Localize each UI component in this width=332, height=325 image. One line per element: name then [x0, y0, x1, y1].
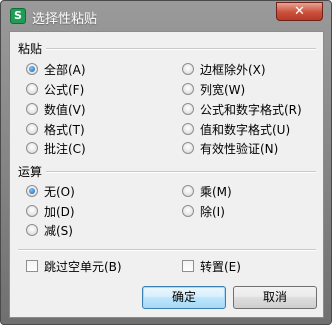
paste-group-divider	[46, 48, 316, 50]
dialog-title: 选择性粘贴	[32, 12, 98, 27]
radio-icon[interactable]	[182, 103, 194, 115]
app-icon: S	[10, 8, 26, 24]
options-divider	[18, 249, 316, 251]
paste-group-title: 粘贴	[18, 42, 43, 56]
radio-icon[interactable]	[182, 142, 194, 154]
paste-option-column-widths[interactable]: 列宽(W)	[182, 81, 245, 97]
radio-icon[interactable]	[26, 205, 38, 217]
operation-option-add[interactable]: 加(D)	[26, 203, 75, 219]
paste-option-values-number-formats[interactable]: 值和数字格式(U)	[182, 121, 290, 137]
radio-icon[interactable]	[182, 205, 194, 217]
operation-group-divider	[46, 171, 316, 173]
paste-option-formulas[interactable]: 公式(F)	[26, 81, 84, 97]
close-icon: ✕	[294, 4, 305, 19]
checkbox-icon[interactable]	[182, 260, 194, 272]
paste-option-formats[interactable]: 格式(T)	[26, 121, 85, 137]
radio-icon[interactable]	[182, 63, 194, 75]
operation-option-subtract[interactable]: 减(S)	[26, 222, 73, 238]
radio-icon[interactable]	[26, 185, 38, 197]
operation-group-title: 运算	[18, 165, 43, 179]
paste-option-validation[interactable]: 有效性验证(N)	[182, 140, 278, 156]
radio-icon[interactable]	[26, 224, 38, 236]
paste-option-all[interactable]: 全部(A)	[26, 61, 86, 77]
dialog-body: 粘贴 全部(A) 公式(F) 数值(V) 格式(T) 批注(C) 边框除外(X)…	[9, 31, 324, 318]
transpose-checkbox[interactable]: 转置(E)	[182, 258, 241, 274]
radio-icon[interactable]	[182, 123, 194, 135]
paste-option-values[interactable]: 数值(V)	[26, 101, 86, 117]
radio-icon[interactable]	[26, 103, 38, 115]
operation-option-divide[interactable]: 除(I)	[182, 203, 225, 219]
operation-option-multiply[interactable]: 乘(M)	[182, 183, 232, 199]
radio-icon[interactable]	[26, 63, 38, 75]
checkbox-icon[interactable]	[26, 260, 38, 272]
operation-option-none[interactable]: 无(O)	[26, 183, 75, 199]
radio-icon[interactable]	[26, 142, 38, 154]
skip-blanks-checkbox[interactable]: 跳过空单元(B)	[26, 258, 122, 274]
radio-icon[interactable]	[182, 185, 194, 197]
title-bar[interactable]: S 选择性粘贴 ✕	[1, 1, 331, 31]
paste-option-comments[interactable]: 批注(C)	[26, 140, 86, 156]
radio-icon[interactable]	[182, 83, 194, 95]
paste-option-formulas-number-formats[interactable]: 公式和数字格式(R)	[182, 101, 302, 117]
paste-special-dialog: S 选择性粘贴 ✕ 粘贴 全部(A) 公式(F) 数值(V) 格式(T) 批注(…	[0, 0, 332, 325]
radio-icon[interactable]	[26, 123, 38, 135]
cancel-button[interactable]: 取消	[233, 286, 317, 309]
paste-option-all-except-borders[interactable]: 边框除外(X)	[182, 61, 266, 77]
ok-button[interactable]: 确定	[142, 286, 226, 309]
radio-icon[interactable]	[26, 83, 38, 95]
close-button[interactable]: ✕	[276, 2, 323, 21]
